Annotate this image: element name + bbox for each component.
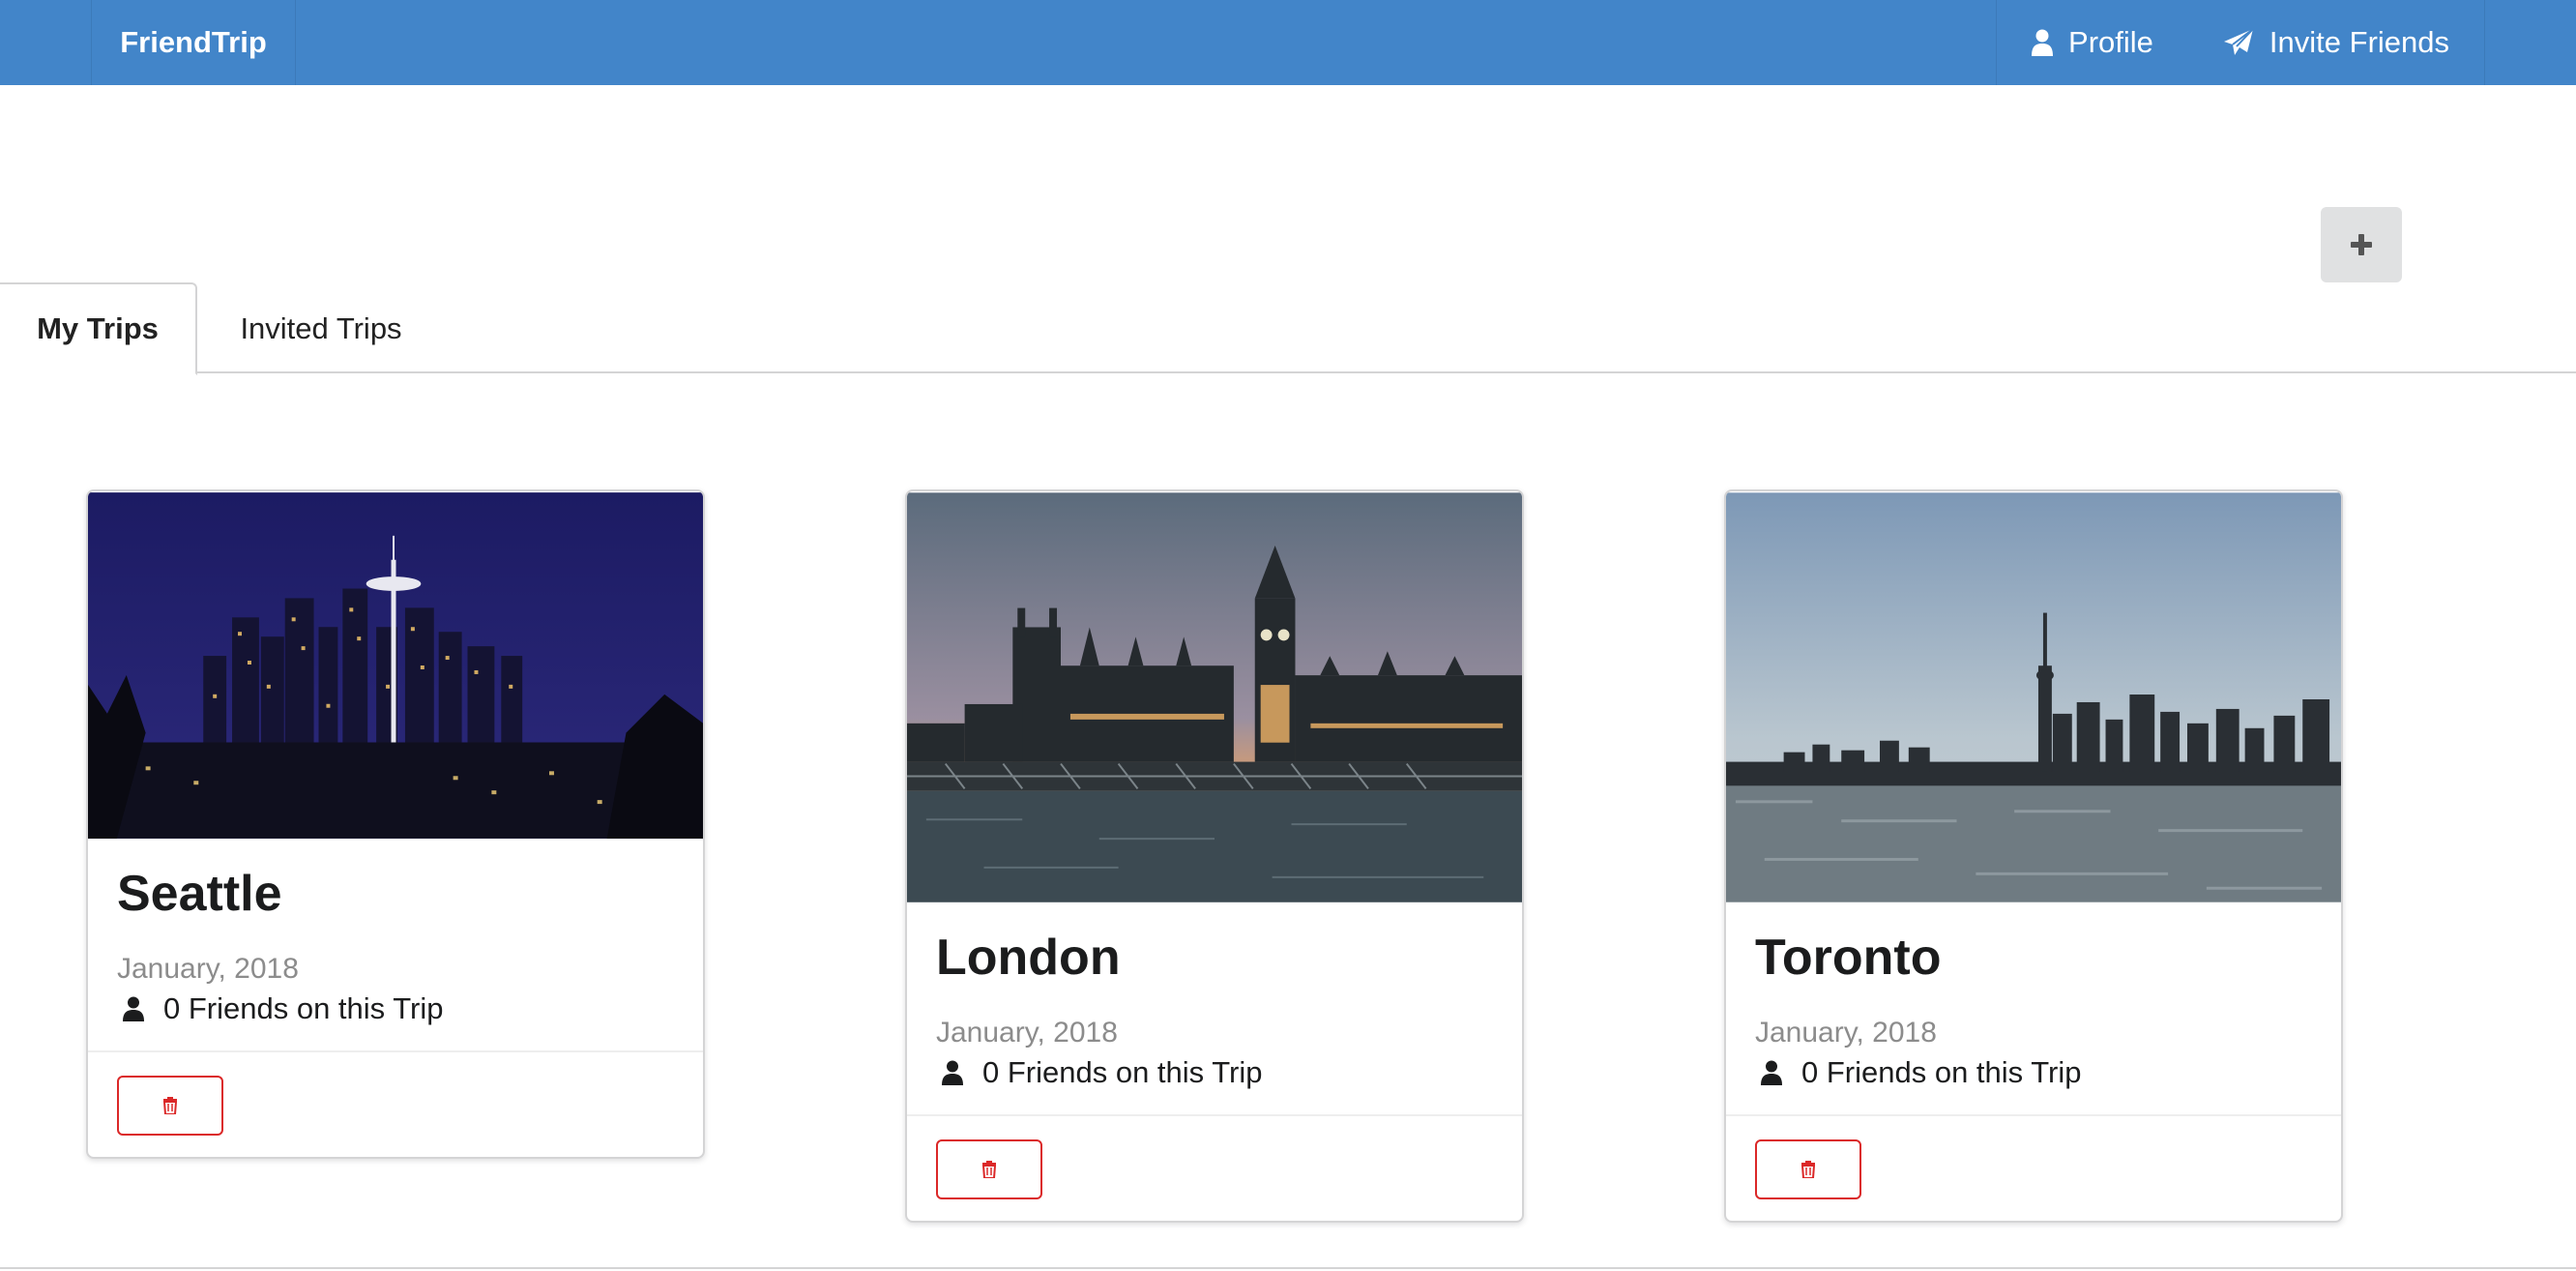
top-navbar: FriendTrip Profile Invite Friends: [0, 0, 2576, 85]
trip-friends-count: 0 Friends on this Trip: [936, 1052, 1493, 1093]
card-footer: [907, 1114, 1522, 1221]
user-icon: [1761, 1060, 1782, 1085]
trip-date: January, 2018: [1755, 1017, 1937, 1049]
card-footer: [1726, 1114, 2341, 1221]
trip-date: January, 2018: [117, 953, 299, 985]
trip-card-london[interactable]: London January, 2018 0 Friends on this T…: [905, 489, 1524, 1223]
trip-title[interactable]: London: [936, 927, 1493, 989]
user-icon: [123, 996, 144, 1021]
invite-friends-label: Invite Friends: [2269, 25, 2449, 59]
user-icon: [2032, 29, 2054, 56]
friends-count-label: 0 Friends on this Trip: [163, 991, 444, 1025]
invite-friends-link[interactable]: Invite Friends: [2188, 0, 2484, 85]
profile-link[interactable]: Profile: [1997, 0, 2188, 85]
card-body: London January, 2018 0 Friends on this T…: [907, 903, 1522, 1114]
card-footer: [88, 1050, 703, 1157]
toronto-skyline-image: [1726, 492, 2341, 902]
tab-invited-trips[interactable]: Invited Trips: [197, 282, 445, 375]
trip-tabs: My Trips Invited Trips: [0, 282, 2576, 375]
profile-label: Profile: [2068, 25, 2153, 59]
add-trip-button[interactable]: [2321, 207, 2402, 282]
seattle-skyline-image: [88, 492, 703, 839]
delete-trip-button[interactable]: [1755, 1139, 1861, 1199]
delete-trip-button[interactable]: [117, 1076, 223, 1136]
paper-plane-icon: [2223, 28, 2254, 55]
trip-title[interactable]: Seattle: [117, 863, 674, 925]
friends-count-label: 0 Friends on this Trip: [1801, 1055, 2082, 1089]
navbar-right-menu: Profile Invite Friends: [1996, 0, 2485, 85]
tab-my-trips[interactable]: My Trips: [0, 282, 197, 375]
trash-icon: [162, 1097, 178, 1114]
trash-icon: [981, 1161, 997, 1178]
delete-trip-button[interactable]: [936, 1139, 1042, 1199]
card-body: Toronto January, 2018 0 Friends on this …: [1726, 903, 2341, 1114]
trip-card-seattle[interactable]: Seattle January, 2018 0 Friends on this …: [86, 489, 705, 1159]
trip-friends-count: 0 Friends on this Trip: [117, 989, 674, 1029]
trash-icon: [1800, 1161, 1816, 1178]
brand-logo[interactable]: FriendTrip: [91, 0, 296, 85]
trip-title[interactable]: Toronto: [1755, 927, 2312, 989]
plus-icon: [2351, 234, 2372, 255]
trip-date: January, 2018: [936, 1017, 1118, 1049]
trip-friends-count: 0 Friends on this Trip: [1755, 1052, 2312, 1093]
card-body: Seattle January, 2018 0 Friends on this …: [88, 840, 703, 1050]
trip-card-toronto[interactable]: Toronto January, 2018 0 Friends on this …: [1724, 489, 2343, 1223]
friends-count-label: 0 Friends on this Trip: [982, 1055, 1263, 1089]
page-divider: [0, 1267, 2576, 1269]
london-skyline-image: [907, 492, 1522, 902]
user-icon: [942, 1060, 963, 1085]
